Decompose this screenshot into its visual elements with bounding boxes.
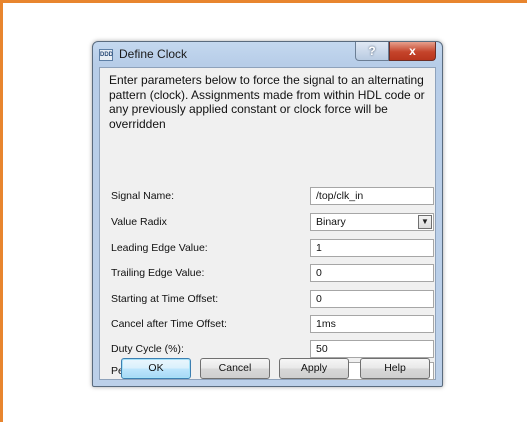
value-radix-select[interactable]: Binary ▼ [310, 213, 434, 231]
start-offset-label: Starting at Time Offset: [111, 293, 219, 305]
help-title-button[interactable]: ? [355, 42, 389, 61]
title-bar[interactable]: DDD Define Clock ? x [93, 42, 442, 68]
close-icon: x [409, 44, 416, 58]
define-clock-dialog: DDD Define Clock ? x Enter parameters be… [92, 41, 443, 387]
close-button[interactable]: x [389, 42, 436, 61]
signal-name-label: Signal Name: [111, 190, 175, 202]
cancel-button[interactable]: Cancel [200, 358, 270, 379]
cancel-offset-input[interactable]: 1ms [310, 315, 434, 333]
apply-button[interactable]: Apply [279, 358, 349, 379]
trailing-edge-input[interactable]: 0 [310, 264, 434, 282]
dialog-title: Define Clock [119, 47, 188, 61]
chevron-down-icon[interactable]: ▼ [418, 215, 432, 229]
value-radix-label: Value Radix [111, 216, 167, 228]
duty-cycle-label: Duty Cycle (%): [111, 343, 184, 355]
trailing-edge-label: Trailing Edge Value: [111, 267, 205, 279]
value-radix-value: Binary [316, 216, 346, 228]
dialog-body: Enter parameters below to force the sign… [99, 67, 436, 380]
duty-cycle-input[interactable]: 50 [310, 340, 434, 358]
description-text: Enter parameters below to force the sign… [109, 73, 425, 131]
frame-left-border [0, 0, 3, 422]
help-button[interactable]: Help [360, 358, 430, 379]
ok-button[interactable]: OK [121, 358, 191, 379]
leading-edge-input[interactable]: 1 [310, 239, 434, 257]
cancel-offset-label: Cancel after Time Offset: [111, 318, 227, 330]
start-offset-input[interactable]: 0 [310, 290, 434, 308]
signal-name-input[interactable]: /top/clk_in [310, 187, 434, 205]
leading-edge-label: Leading Edge Value: [111, 242, 208, 254]
question-icon: ? [368, 44, 376, 58]
app-icon: DDD [99, 49, 113, 61]
frame-top-border [0, 0, 527, 3]
